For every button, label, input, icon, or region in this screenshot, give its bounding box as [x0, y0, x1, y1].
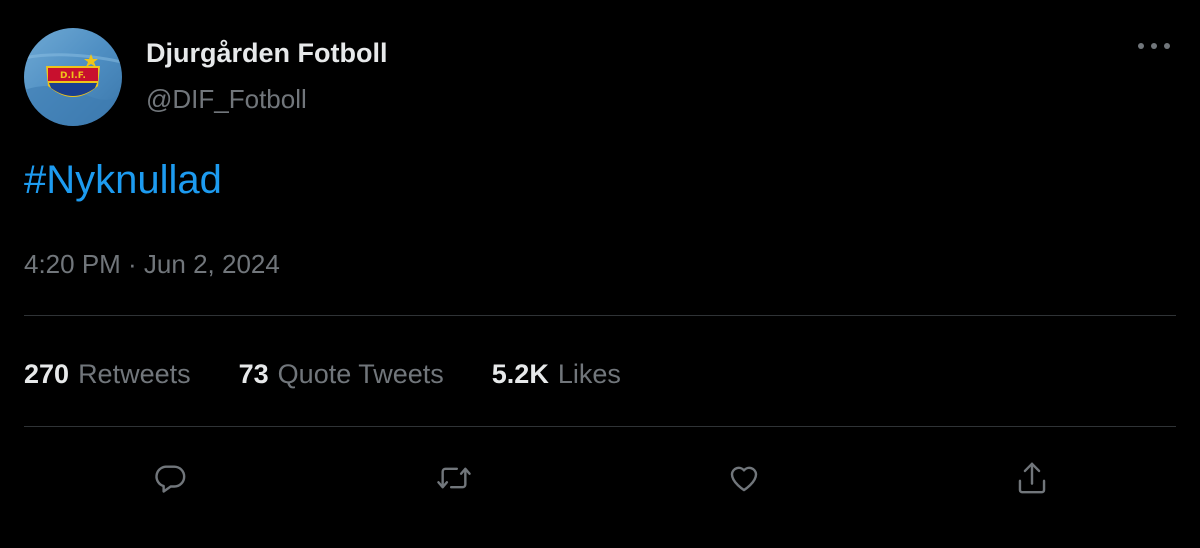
tweet-timestamp[interactable]: 4:20 PM · Jun 2, 2024	[24, 249, 280, 280]
retweets-stat[interactable]: 270 Retweets	[24, 359, 191, 390]
like-button[interactable]	[718, 452, 770, 504]
quote-tweets-label: Quote Tweets	[277, 358, 444, 389]
divider	[24, 426, 1176, 427]
author-display-name[interactable]: Djurgården Fotboll	[146, 38, 387, 69]
retweets-count: 270	[24, 358, 70, 389]
crest-text: D.I.F.	[60, 71, 86, 81]
retweet-icon	[437, 467, 471, 489]
tweet-actions-bar	[0, 452, 1200, 504]
reply-icon	[155, 465, 186, 493]
heart-icon	[730, 466, 758, 492]
quote-tweets-count: 73	[238, 358, 269, 389]
share-icon	[1018, 462, 1046, 494]
retweets-label: Retweets	[78, 358, 191, 389]
share-button[interactable]	[1006, 452, 1058, 504]
author-handle[interactable]: @DIF_Fotboll	[146, 84, 307, 115]
tweet-detail: D.I.F. Djurgården Fotboll @DIF_Fotboll #…	[0, 0, 1200, 548]
likes-label: Likes	[557, 358, 621, 389]
likes-count: 5.2K	[491, 358, 549, 389]
dif-crest-logo: D.I.F.	[24, 28, 122, 126]
reply-button[interactable]	[144, 452, 196, 504]
divider	[24, 315, 1176, 316]
tweet-hashtag-link[interactable]: #Nyknullad	[24, 158, 222, 203]
more-horizontal-icon	[1138, 43, 1170, 49]
quote-tweets-stat[interactable]: 73 Quote Tweets	[239, 359, 444, 390]
likes-stat[interactable]: 5.2K Likes	[492, 359, 621, 390]
more-options-button[interactable]	[1132, 32, 1176, 60]
tweet-stats: 270 Retweets 73 Quote Tweets 5.2K Likes	[24, 356, 669, 392]
avatar[interactable]: D.I.F.	[24, 28, 122, 126]
retweet-button[interactable]	[428, 452, 480, 504]
